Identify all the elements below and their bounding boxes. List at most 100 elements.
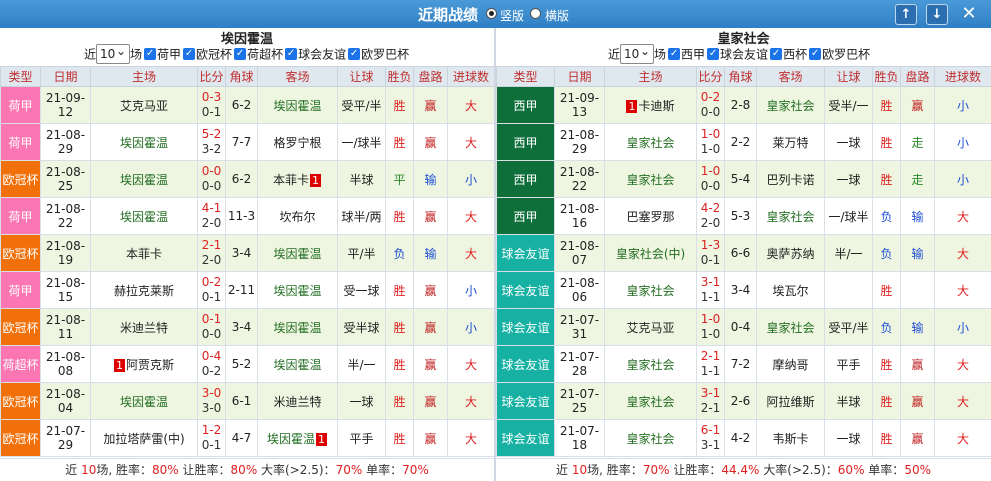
home-team-cell[interactable]: 埃因霍温 [90,197,198,235]
match-row[interactable]: 西甲 21-08-16 巴塞罗那 4-2 2-0 5-3 皇家社会 一/球半负输大 [496,197,991,235]
match-row[interactable]: 欧冠杯 21-08-04 埃因霍温 3-0 3-0 6-1 米迪兰特 一球胜赢大 [0,382,495,420]
home-team-cell[interactable]: 皇家社会 [604,271,697,309]
away-team-cell[interactable]: 坎布尔 [257,197,338,235]
handicap-result-cell [900,271,935,309]
match-row[interactable]: 欧冠杯 21-07-29 加拉塔萨雷(中) 1-2 0-1 4-7 埃因霍温 1 平手胜赢大 [0,419,495,457]
home-team-cell[interactable]: 赫拉克莱斯 [90,271,198,309]
away-team-cell[interactable]: 莱万特 [756,123,825,161]
home-team-cell[interactable]: 艾克马亚 [604,308,697,346]
move-down-button[interactable]: ↓ [926,4,948,25]
home-team-cell[interactable]: 本菲卡 [90,234,198,272]
home-team-cell[interactable]: 皇家社会 [604,123,697,161]
match-row[interactable]: 球会友谊 21-07-31 艾克马亚 1-0 1-0 0-4 皇家社会 受平/半负输小 [496,308,991,346]
away-team-cell[interactable]: 皇家社会 [756,197,825,235]
home-team-cell[interactable]: 1 阿贾克斯 [90,345,198,383]
away-team-cell[interactable]: 埃因霍温 1 [257,419,338,457]
vertical-radio[interactable] [486,8,497,19]
away-team-cell[interactable]: 阿拉维斯 [756,382,825,420]
away-team-cell[interactable]: 埃因霍温 [257,308,338,346]
score-cell: 1-0 0-0 [696,160,725,198]
column-header: 让球 [824,66,873,87]
handicap-result-cell: 走 [900,123,935,161]
date-cell: 21-08-04 [40,382,91,420]
date-cell: 21-08-22 [40,197,91,235]
close-icon: ✕ [961,3,977,24]
home-team-cell[interactable]: 皇家社会 [604,382,697,420]
match-row[interactable]: 欧冠杯 21-08-11 米迪兰特 0-1 0-0 3-4 埃因霍温 受半球胜赢小 [0,308,495,346]
league-cell: 球会友谊 [496,271,555,309]
recent-suffix: 场 [654,47,667,62]
home-team-cell[interactable]: 皇家社会 [604,419,697,457]
home-team-cell[interactable]: 艾克马亚 [90,86,198,124]
recent-count-select[interactable]: 10 [96,42,131,64]
filter-label: 西甲 [681,47,706,62]
match-row[interactable]: 西甲 21-08-29 皇家社会 1-0 1-0 2-2 莱万特 一球胜走小 [496,123,991,161]
half-time-score: 1-0 [700,142,721,156]
filter-checkbox[interactable]: ✓ [348,48,361,60]
home-team-cell[interactable]: 埃因霍温 [90,160,198,198]
filter-checkbox[interactable]: ✓ [285,48,298,60]
home-team-cell[interactable]: 巴塞罗那 [604,197,697,235]
horizontal-radio[interactable] [530,8,541,19]
filter-checkbox[interactable]: ✓ [809,48,822,60]
home-team-cell[interactable]: 皇家社会(中) [604,234,697,272]
score-cell: 1-3 0-1 [696,234,725,272]
home-team-cell[interactable]: 皇家社会 [604,160,697,198]
match-row[interactable]: 欧冠杯 21-08-19 本菲卡 2-1 2-0 3-4 埃因霍温 平/半负输大 [0,234,495,272]
away-team-cell[interactable]: 埃瓦尔 [756,271,825,309]
away-team-cell[interactable]: 埃因霍温 [257,86,338,124]
home-team-cell[interactable]: 米迪兰特 [90,308,198,346]
match-row[interactable]: 球会友谊 21-07-28 皇家社会 2-1 1-1 7-2 摩纳哥 平手胜赢大 [496,345,991,383]
filter-checkbox[interactable]: ✓ [234,48,247,60]
away-team-cell[interactable]: 奥萨苏纳 [756,234,825,272]
handicap-result-cell: 赢 [900,382,935,420]
result-cell: 胜 [872,271,901,309]
column-header: 类型 [496,66,555,87]
match-row[interactable]: 荷超杯 21-08-08 1 阿贾克斯 0-4 0-2 5-2 埃因霍温 半/一胜赢大 [0,345,495,383]
home-team-cell[interactable]: 皇家社会 [604,345,697,383]
away-team-cell[interactable]: 皇家社会 [756,86,825,124]
home-team-cell[interactable]: 加拉塔萨雷(中) [90,419,198,457]
close-button[interactable]: ✕ [958,4,980,25]
match-row[interactable]: 球会友谊 21-07-18 皇家社会 6-1 3-1 4-2 韦斯卡 一球胜赢大 [496,419,991,457]
away-team-cell[interactable]: 摩纳哥 [756,345,825,383]
away-team-panel: 皇家社会近10场✓西甲✓球会友谊✓西杯✓欧罗巴杯类型日期主场比分角球客场让球胜负… [496,28,991,481]
filter-checkbox[interactable]: ✓ [707,48,720,60]
match-row[interactable]: 荷甲 21-08-15 赫拉克莱斯 0-2 0-1 2-11 埃因霍温 受一球胜赢小 [0,271,495,309]
right-filter-bar: 近10场✓西甲✓球会友谊✓西杯✓欧罗巴杯 [608,42,870,66]
home-team-cell[interactable]: 埃因霍温 [90,123,198,161]
away-team-cell[interactable]: 埃因霍温 [257,234,338,272]
away-team-cell[interactable]: 埃因霍温 [257,345,338,383]
match-row[interactable]: 西甲 21-09-13 1 卡迪斯 0-2 0-0 2-8 皇家社会 受半/一胜赢小 [496,86,991,124]
handicap-cell: 半/一 [337,345,386,383]
match-row[interactable]: 球会友谊 21-08-06 皇家社会 3-1 1-1 3-4 埃瓦尔 胜大 [496,271,991,309]
match-row[interactable]: 荷甲 21-08-22 埃因霍温 4-1 2-0 11-3 坎布尔 球半/两胜赢大 [0,197,495,235]
match-row[interactable]: 荷甲 21-08-29 埃因霍温 5-2 3-2 7-7 格罗宁根 一/球半胜赢大 [0,123,495,161]
away-team-cell[interactable]: 格罗宁根 [257,123,338,161]
handicap-result-cell: 输 [900,234,935,272]
home-team-cell[interactable]: 1 卡迪斯 [604,86,697,124]
filter-checkbox[interactable]: ✓ [144,48,157,60]
filter-checkbox[interactable]: ✓ [183,48,196,60]
away-team-cell[interactable]: 米迪兰特 [257,382,338,420]
filter-checkbox[interactable]: ✓ [770,48,783,60]
away-team-name: 埃瓦尔 [772,283,809,298]
move-up-button[interactable]: ↑ [895,4,917,25]
away-team-cell[interactable]: 韦斯卡 [756,419,825,457]
match-row[interactable]: 球会友谊 21-07-25 皇家社会 3-1 2-1 2-6 阿拉维斯 半球胜赢大 [496,382,991,420]
away-team-cell[interactable]: 埃因霍温 [257,271,338,309]
handicap-result-cell: 赢 [413,382,448,420]
match-row[interactable]: 球会友谊 21-08-07 皇家社会(中) 1-3 0-1 6-6 奥萨苏纳 半/一负输大 [496,234,991,272]
filter-checkbox[interactable]: ✓ [668,48,681,60]
match-row[interactable]: 欧冠杯 21-08-25 埃因霍温 0-0 0-0 6-2 本菲卡 1 半球平输小 [0,160,495,198]
away-team-cell[interactable]: 本菲卡 1 [257,160,338,198]
away-team-cell[interactable]: 皇家社会 [756,308,825,346]
home-team-cell[interactable]: 埃因霍温 [90,382,198,420]
recent-count-select[interactable]: 10 [620,42,655,64]
full-time-score: 1-2 [201,423,222,437]
handicap-cell: 平手 [337,419,386,457]
match-row[interactable]: 西甲 21-08-22 皇家社会 1-0 0-0 5-4 巴列卡诺 一球胜走小 [496,160,991,198]
over-under-cell: 小 [447,271,495,309]
match-row[interactable]: 荷甲 21-09-12 艾克马亚 0-3 0-1 6-2 埃因霍温 受平/半胜赢大 [0,86,495,124]
away-team-cell[interactable]: 巴列卡诺 [756,160,825,198]
